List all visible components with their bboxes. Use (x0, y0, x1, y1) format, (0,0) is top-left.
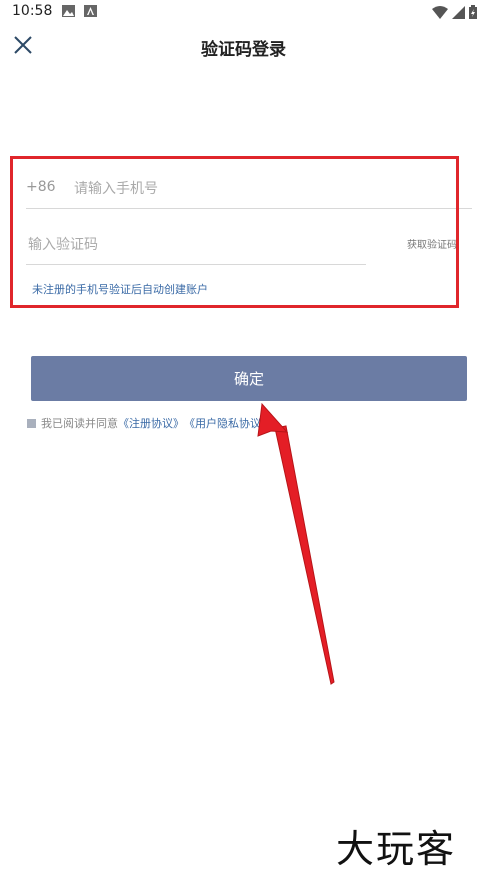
wifi-icon (432, 5, 448, 19)
gallery-icon (62, 5, 75, 17)
status-right-icons (432, 4, 477, 20)
privacy-link[interactable]: 《用户隐私协议》 (184, 415, 272, 431)
watermark-logo: 大玩客 (336, 827, 457, 871)
agreement-row: 我已阅读并同意 《注册协议》 《用户隐私协议》 (27, 415, 272, 431)
header: 验证码登录 (0, 24, 487, 68)
signal-icon (452, 5, 465, 19)
status-time: 10:58 (12, 3, 53, 19)
app-notification-icon (84, 5, 97, 17)
confirm-button[interactable]: 确定 (31, 356, 467, 401)
battery-icon (469, 5, 477, 19)
status-bar: 10:58 (0, 0, 487, 24)
agreement-prefix: 我已阅读并同意 (41, 417, 118, 430)
annotation-arrow-icon (257, 402, 335, 685)
terms-link[interactable]: 《注册协议》 (118, 415, 184, 431)
highlight-box (10, 156, 459, 308)
agreement-checkbox[interactable] (27, 418, 36, 428)
page-title: 验证码登录 (201, 40, 286, 60)
